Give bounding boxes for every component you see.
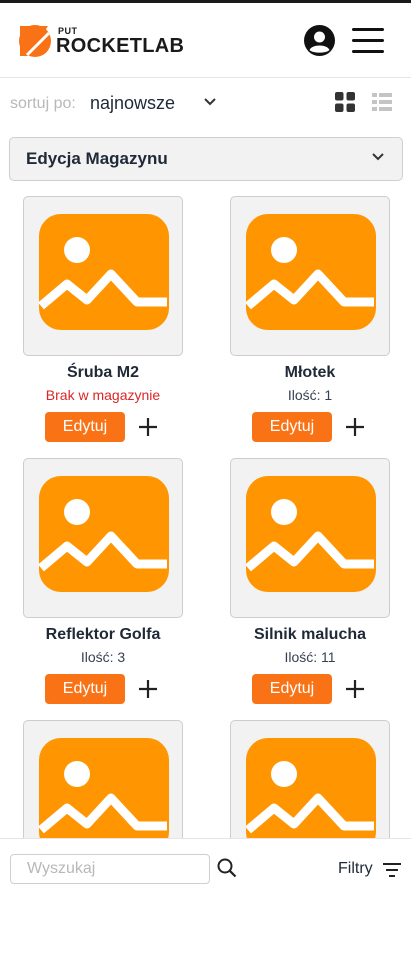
- warehouse-edit-dropdown[interactable]: Edycja Magazynu: [9, 137, 403, 181]
- product-image[interactable]: [23, 196, 183, 356]
- filter-lines-icon[interactable]: [383, 863, 401, 877]
- hamburger-icon-bar: [352, 28, 384, 31]
- edit-button[interactable]: Edytuj: [45, 412, 125, 442]
- chevron-down-icon: [372, 153, 384, 161]
- product-stock-status: Ilość: 11: [284, 649, 336, 665]
- chevron-down-icon[interactable]: [204, 98, 216, 106]
- plus-icon[interactable]: [136, 677, 160, 701]
- image-placeholder-icon: [246, 476, 376, 592]
- logo-mark-icon: [19, 25, 51, 57]
- product-card[interactable]: Reflektor Golfa Ilość: 3 Edytuj: [9, 458, 199, 718]
- warehouse-edit-label: Edycja Magazynu: [26, 149, 168, 168]
- plus-icon[interactable]: [136, 415, 160, 439]
- product-name: Reflektor Golfa: [45, 626, 161, 643]
- product-stock-status: Ilość: 3: [80, 649, 126, 665]
- bottom-search-bar: Filtry: [0, 838, 411, 896]
- image-placeholder-icon: [39, 214, 169, 330]
- image-placeholder-icon: [246, 214, 376, 330]
- plus-icon[interactable]: [343, 415, 367, 439]
- plus-icon[interactable]: [343, 677, 367, 701]
- product-name: Młotek: [284, 364, 336, 381]
- hamburger-icon-bar: [352, 50, 384, 53]
- app-header: PUT ROCKETLAB: [0, 3, 411, 78]
- sort-select[interactable]: najnowsze: [90, 93, 175, 114]
- product-card[interactable]: Silnik malucha Ilość: 11 Edytuj: [216, 458, 406, 718]
- logo-name-text: ROCKETLAB: [56, 35, 185, 57]
- grid-view-icon[interactable]: [335, 92, 355, 112]
- edit-button[interactable]: Edytuj: [252, 412, 332, 442]
- search-icon[interactable]: [217, 858, 237, 878]
- product-card[interactable]: Śruba M2 Brak w magazynie Edytuj: [9, 196, 199, 456]
- image-placeholder-icon: [39, 476, 169, 592]
- product-stock-status: Brak w magazynie: [45, 387, 161, 403]
- product-name: Silnik malucha: [253, 626, 367, 643]
- product-stock-status: Ilość: 1: [287, 387, 333, 403]
- hamburger-menu-button[interactable]: [352, 28, 386, 54]
- list-view-icon[interactable]: [372, 92, 392, 112]
- user-circle-icon: [304, 25, 335, 56]
- product-name: Śruba M2: [66, 364, 139, 381]
- image-placeholder-icon: [246, 738, 376, 854]
- filters-button[interactable]: Filtry: [338, 860, 373, 878]
- edit-button[interactable]: Edytuj: [252, 674, 332, 704]
- rocketlab-logo[interactable]: PUT ROCKETLAB: [18, 23, 184, 59]
- search-input[interactable]: [10, 854, 210, 884]
- hamburger-icon-bar: [352, 39, 384, 42]
- sort-bar: sortuj po: najnowsze: [0, 80, 411, 126]
- image-placeholder-icon: [39, 738, 169, 854]
- product-image[interactable]: [230, 458, 390, 618]
- sort-label: sortuj po:: [10, 95, 76, 112]
- product-image[interactable]: [23, 458, 183, 618]
- product-image[interactable]: [230, 196, 390, 356]
- edit-button[interactable]: Edytuj: [45, 674, 125, 704]
- product-card[interactable]: Młotek Ilość: 1 Edytuj: [216, 196, 406, 456]
- user-account-button[interactable]: [304, 25, 335, 56]
